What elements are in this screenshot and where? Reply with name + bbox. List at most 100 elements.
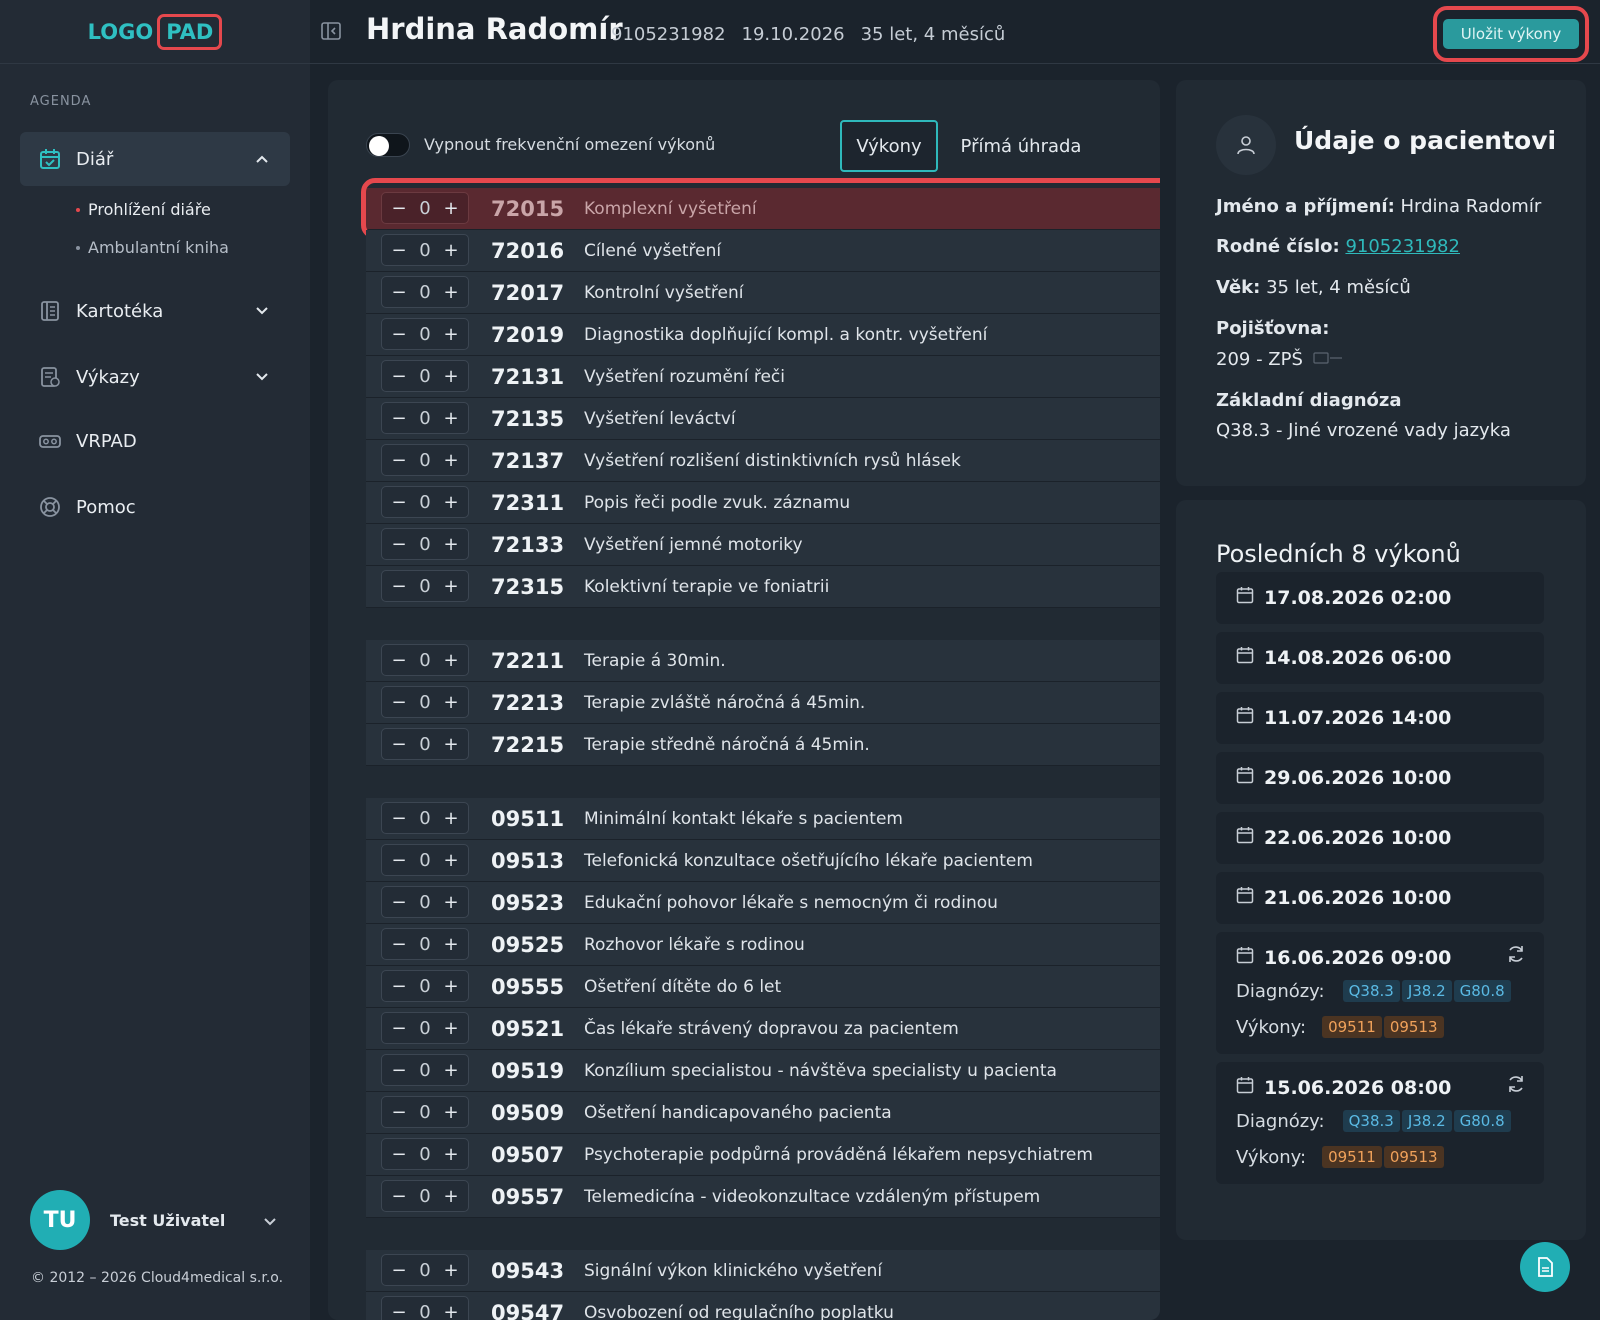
decrement-button[interactable]: − <box>388 576 410 597</box>
decrement-button[interactable]: − <box>388 808 410 829</box>
diagnosis-tag[interactable]: J38.2 <box>1401 980 1452 1002</box>
save-button[interactable]: Uložit výkony <box>1443 19 1579 49</box>
recent-visit-card[interactable]: 16.06.2026 09:00 Diagnózy: Q38.3 J38.2 G80.8… <box>1216 932 1544 1054</box>
increment-button[interactable]: + <box>440 892 462 913</box>
refresh-icon[interactable] <box>1506 1074 1526 1098</box>
diagnosis-tag[interactable]: Q38.3 <box>1342 980 1400 1002</box>
user-menu[interactable]: TU Test Uživatel <box>30 1190 276 1250</box>
increment-button[interactable]: + <box>440 282 462 303</box>
procedure-row: −0 +09519 Konzílium specialistou - návštěv… <box>366 1050 1160 1092</box>
visit-date-line: 22.06.2026 10:00 <box>1236 826 1451 849</box>
recent-visit-card[interactable]: 21.06.2026 10:00 <box>1216 872 1544 924</box>
recent-visit-card[interactable]: 14.08.2026 06:00 <box>1216 632 1544 684</box>
decrement-button[interactable]: − <box>388 734 410 755</box>
diagnosis-label-text: Základní diagnóza <box>1216 390 1402 411</box>
decrement-button[interactable]: − <box>388 892 410 913</box>
increment-button[interactable]: + <box>440 1302 462 1320</box>
procedure-row: −0 +09547 Osvobození od regulačního poplat… <box>366 1292 1160 1320</box>
procedure-tag[interactable]: 09511 <box>1322 1146 1382 1168</box>
increment-button[interactable]: + <box>440 450 462 471</box>
decrement-button[interactable]: − <box>388 850 410 871</box>
user-name: Test Uživatel <box>110 1210 226 1230</box>
tab-prima-uhrada[interactable]: Přímá úhrada <box>956 120 1086 172</box>
decrement-button[interactable]: − <box>388 534 410 555</box>
increment-button[interactable]: + <box>440 408 462 429</box>
procedure-tag[interactable]: 09513 <box>1383 1016 1444 1038</box>
decrement-button[interactable]: − <box>388 692 410 713</box>
procedure-name: Terapie zvláště náročná á 45min. <box>584 692 866 713</box>
refresh-icon[interactable] <box>1506 944 1526 968</box>
decrement-button[interactable]: − <box>388 934 410 955</box>
increment-button[interactable]: + <box>440 692 462 713</box>
increment-button[interactable]: + <box>440 1186 462 1207</box>
frequency-limit-toggle[interactable] <box>366 133 410 157</box>
increment-button[interactable]: + <box>440 1260 462 1281</box>
increment-button[interactable]: + <box>440 492 462 513</box>
recent-visit-card[interactable]: 11.07.2026 14:00 <box>1216 692 1544 744</box>
document-fab-button[interactable] <box>1520 1242 1570 1292</box>
increment-button[interactable]: + <box>440 534 462 555</box>
decrement-button[interactable]: − <box>388 1186 410 1207</box>
increment-button[interactable]: + <box>440 576 462 597</box>
logo[interactable]: LOGO PAD <box>88 13 223 50</box>
increment-button[interactable]: + <box>440 808 462 829</box>
increment-button[interactable]: + <box>440 324 462 345</box>
quantity-stepper: −0 + <box>381 686 469 718</box>
subitem-ambulantni-kniha[interactable]: Ambulantní kniha <box>76 238 229 257</box>
decrement-button[interactable]: − <box>388 1102 410 1123</box>
increment-button[interactable]: + <box>440 850 462 871</box>
birth-number-link[interactable]: 9105231982 <box>1345 236 1460 257</box>
sidebar-item-kartoteka[interactable]: Kartotéka <box>20 284 290 338</box>
decrement-button[interactable]: − <box>388 324 410 345</box>
visit-date-line: 29.06.2026 10:00 <box>1236 766 1451 789</box>
sidebar-collapse-icon[interactable] <box>320 20 344 44</box>
increment-button[interactable]: + <box>440 650 462 671</box>
decrement-button[interactable]: − <box>388 650 410 671</box>
decrement-button[interactable]: − <box>388 198 410 219</box>
procedure-code: 09557 <box>491 1184 565 1209</box>
recent-visit-card[interactable]: 22.06.2026 10:00 <box>1216 812 1544 864</box>
age-value: 35 let, 4 měsíců <box>1266 277 1411 298</box>
procedure-tag[interactable]: 09511 <box>1322 1016 1382 1038</box>
increment-button[interactable]: + <box>440 934 462 955</box>
decrement-button[interactable]: − <box>388 1018 410 1039</box>
quantity-value: 0 <box>419 975 431 997</box>
increment-button[interactable]: + <box>440 976 462 997</box>
decrement-button[interactable]: − <box>388 450 410 471</box>
subitem-prohlizeni-diare[interactable]: Prohlížení diáře <box>76 200 211 219</box>
quantity-stepper: −0 + <box>381 1054 469 1086</box>
increment-button[interactable]: + <box>440 734 462 755</box>
visit-date: 22.06.2026 10:00 <box>1264 826 1452 849</box>
decrement-button[interactable]: − <box>388 492 410 513</box>
decrement-button[interactable]: − <box>388 282 410 303</box>
increment-button[interactable]: + <box>440 240 462 261</box>
procedure-tag[interactable]: 09513 <box>1383 1146 1444 1168</box>
sidebar-item-vrpad[interactable]: VRPAD <box>20 414 290 468</box>
decrement-button[interactable]: − <box>388 240 410 261</box>
decrement-button[interactable]: − <box>388 1144 410 1165</box>
decrement-button[interactable]: − <box>388 1302 410 1320</box>
tab-vykony[interactable]: Výkony <box>840 120 938 172</box>
diagnosis-tag[interactable]: J38.2 <box>1401 1110 1452 1132</box>
decrement-button[interactable]: − <box>388 976 410 997</box>
recent-visit-card[interactable]: 29.06.2026 10:00 <box>1216 752 1544 804</box>
increment-button[interactable]: + <box>440 1060 462 1081</box>
sidebar-item-pomoc[interactable]: Pomoc <box>20 480 290 534</box>
increment-button[interactable]: + <box>440 1144 462 1165</box>
increment-button[interactable]: + <box>440 1018 462 1039</box>
sidebar-item-vykazy[interactable]: Výkazy <box>20 350 290 404</box>
recent-visit-card[interactable]: 15.06.2026 08:00 Diagnózy: Q38.3 J38.2 G80.8… <box>1216 1062 1544 1184</box>
decrement-button[interactable]: − <box>388 408 410 429</box>
decrement-button[interactable]: − <box>388 1060 410 1081</box>
diagnosis-tag[interactable]: G80.8 <box>1453 980 1511 1002</box>
procedure-code: 09521 <box>491 1016 565 1041</box>
decrement-button[interactable]: − <box>388 366 410 387</box>
increment-button[interactable]: + <box>440 366 462 387</box>
diagnosis-tag[interactable]: Q38.3 <box>1342 1110 1400 1132</box>
recent-visit-card[interactable]: 17.08.2026 02:00 <box>1216 572 1544 624</box>
sidebar-item-diar[interactable]: Diář <box>20 132 290 186</box>
diagnosis-tag[interactable]: G80.8 <box>1453 1110 1511 1132</box>
decrement-button[interactable]: − <box>388 1260 410 1281</box>
increment-button[interactable]: + <box>440 198 462 219</box>
increment-button[interactable]: + <box>440 1102 462 1123</box>
